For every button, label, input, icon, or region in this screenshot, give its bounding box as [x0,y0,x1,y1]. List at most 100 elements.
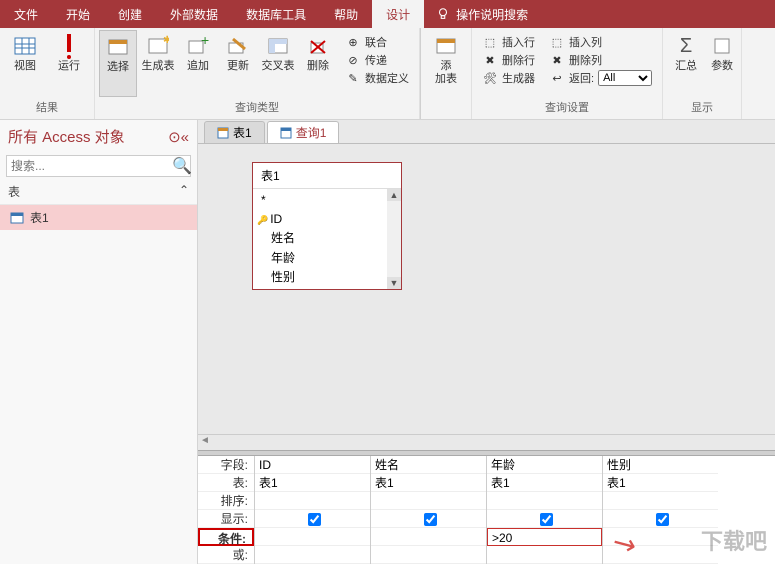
add-table-label: 添 加表 [435,60,457,86]
cell-sort[interactable] [603,492,718,510]
scroll-up-button[interactable]: ▲ [387,189,401,201]
run-button[interactable]: 运行 [48,30,90,97]
view-button[interactable]: 视图 [4,30,46,97]
show-checkbox[interactable] [656,513,669,526]
field-gender[interactable]: 性别 [271,268,387,287]
delete-query-button[interactable]: 删除 [299,30,337,97]
cell-or[interactable] [371,546,486,564]
menu-tab-home[interactable]: 开始 [52,0,104,28]
maketable-label: 生成表 [142,60,175,73]
insert-col-button[interactable]: ⬚插入列 [549,34,652,50]
tell-me-label: 操作说明搜索 [456,6,528,23]
crosstab-button[interactable]: 交叉表 [259,30,297,97]
cell-table[interactable]: 表1 [255,474,370,492]
run-label: 运行 [58,60,80,73]
nav-header[interactable]: 所有 Access 对象 ⊙« [0,120,197,153]
cell-sort[interactable] [487,492,602,510]
append-button[interactable]: + 追加 [179,30,217,97]
chevron-up-icon: ⌃ [179,183,189,200]
show-checkbox[interactable] [424,513,437,526]
show-checkbox[interactable] [308,513,321,526]
update-button[interactable]: 更新 [219,30,257,97]
cell-show[interactable] [603,510,718,528]
tell-me-search[interactable]: 操作说明搜索 [436,6,528,23]
bulb-icon [436,7,450,21]
field-star[interactable]: * [261,191,387,210]
cell-show[interactable] [255,510,370,528]
cell-table[interactable]: 表1 [603,474,718,492]
insert-row-label: 插入行 [502,34,535,50]
add-table-button[interactable]: 添 加表 [425,30,467,113]
chevron-left-icon[interactable]: ⊙« [168,128,189,146]
design-canvas[interactable]: 表1 ▲ * ID 姓名 年龄 性别 地址 ▼ [198,144,775,434]
cell-table[interactable]: 表1 [487,474,602,492]
menu-tab-external[interactable]: 外部数据 [156,0,232,28]
menu-tab-dbtools[interactable]: 数据库工具 [232,0,320,28]
cell-or[interactable] [255,546,370,564]
cell-field[interactable]: 姓名 [371,456,486,474]
cell-show[interactable] [487,510,602,528]
cell-or[interactable] [487,546,602,564]
nav-search-input[interactable] [7,157,172,175]
label-table: 表: [198,474,254,492]
delete-col-button[interactable]: ✖删除列 [549,52,652,68]
cell-field[interactable]: 性别 [603,456,718,474]
label-show: 显示: [198,510,254,528]
qbe-row-labels: 字段: 表: 排序: 显示: 条件: 或: [198,456,254,564]
cell-criteria[interactable] [255,528,370,546]
show-checkbox[interactable] [540,513,553,526]
select-query-button[interactable]: 选择 [99,30,137,97]
nav-item-table1[interactable]: 表1 [0,205,197,230]
cell-sort[interactable] [255,492,370,510]
cell-field[interactable]: ID [255,456,370,474]
doc-tab-query1[interactable]: 查询1 [267,121,340,143]
field-name[interactable]: 姓名 [271,229,387,248]
menu-tab-create[interactable]: 创建 [104,0,156,28]
nav-item-label: 表1 [30,209,49,226]
table-box-title: 表1 [253,163,401,189]
cell-criteria[interactable]: >20 [487,528,602,546]
field-id[interactable]: ID [271,210,387,229]
totals-button[interactable]: Σ 汇总 [667,30,705,97]
nav-search[interactable]: 🔍 [6,155,191,177]
nav-section-tables[interactable]: 表 ⌃ [0,179,197,205]
maketable-button[interactable]: ✱ 生成表 [139,30,177,97]
field-age[interactable]: 年龄 [271,249,387,268]
qbe-column[interactable]: 年龄表1 >20 [486,456,602,564]
builder-button[interactable]: 🛠生成器 [482,70,535,86]
query-icon [280,127,292,139]
ribbon: 视图 运行 结果 选择 ✱ 生成表 + 追加 更新 [0,28,775,120]
table-field-list[interactable]: 表1 ▲ * ID 姓名 年龄 性别 地址 ▼ [252,162,402,290]
cell-field[interactable]: 年龄 [487,456,602,474]
union-button[interactable]: ⊕联合 [345,34,409,50]
group-label-addtable [425,113,467,119]
delete-row-button[interactable]: ✖删除行 [482,52,535,68]
cell-sort[interactable] [371,492,486,510]
scroll-down-button[interactable]: ▼ [387,277,401,289]
passthrough-button[interactable]: ⊘传递 [345,52,409,68]
qbe-column[interactable]: 性别表1 [602,456,718,564]
menu-tab-design[interactable]: 设计 [372,0,424,28]
field-address[interactable]: 地址 [271,287,387,289]
horizontal-scrollbar[interactable] [198,434,775,450]
cell-criteria[interactable] [371,528,486,546]
cell-criteria[interactable] [603,528,718,546]
insert-col-label: 插入列 [569,34,602,50]
qbe-column[interactable]: ID表1 [254,456,370,564]
cell-or[interactable] [603,546,718,564]
ribbon-group-addtable: 添 加表 [420,28,472,119]
return-select[interactable]: All [598,70,652,86]
qbe-column[interactable]: 姓名表1 [370,456,486,564]
delete-query-icon [306,34,330,58]
ribbon-group-results: 视图 运行 结果 [0,28,95,119]
datadef-button[interactable]: ✎数据定义 [345,70,409,86]
params-button[interactable]: 参数 [707,30,737,97]
cell-table[interactable]: 表1 [371,474,486,492]
cell-show[interactable] [371,510,486,528]
menu-tab-file[interactable]: 文件 [0,0,52,28]
search-icon[interactable]: 🔍 [172,156,190,176]
field-list[interactable]: * ID 姓名 年龄 性别 地址 [253,189,401,289]
menu-tab-help[interactable]: 帮助 [320,0,372,28]
insert-row-button[interactable]: ⬚插入行 [482,34,535,50]
doc-tab-table1[interactable]: 表1 [204,121,265,143]
